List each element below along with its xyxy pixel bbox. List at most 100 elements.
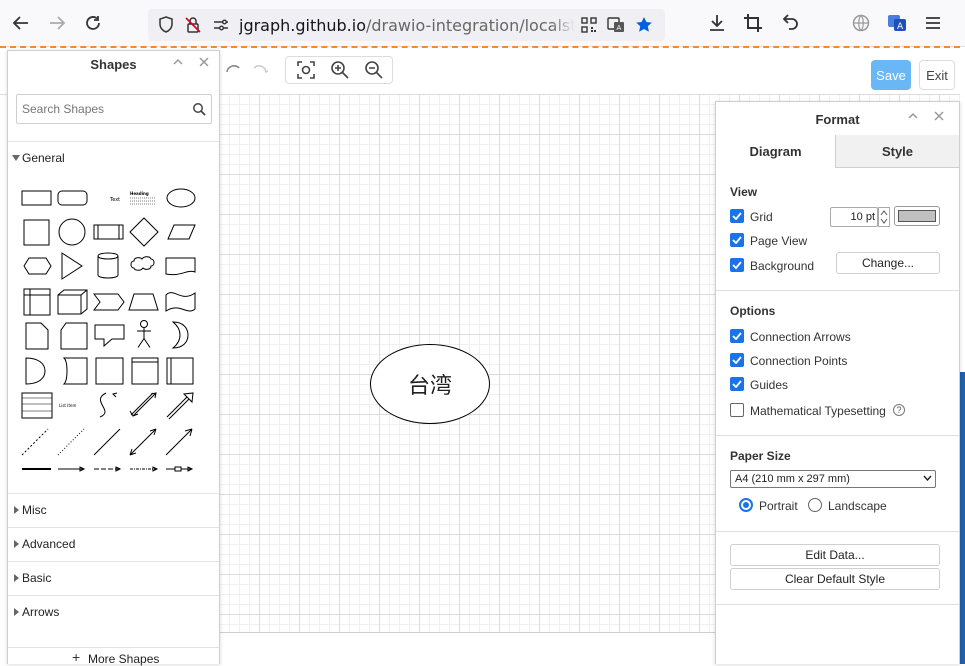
general-shapes-grid[interactable]: Text Heading List Item (16, 183, 212, 483)
document-shape (165, 257, 196, 276)
svg-text:Heading: Heading (130, 191, 149, 196)
translate-icon[interactable]: A (606, 15, 626, 35)
url-text[interactable]: jgraph.github.io/drawio-integration/loca… (239, 16, 575, 36)
diamond-shape (129, 217, 159, 247)
crop-screenshot-icon[interactable] (740, 10, 766, 36)
textbox-shape[interactable]: Heading (130, 191, 156, 205)
paper-size-value: A4 (210 mm x 297 mm) (735, 473, 850, 485)
section-advanced[interactable]: Advanced (8, 527, 219, 559)
connection-points-label: Connection Points (750, 354, 848, 368)
save-button[interactable]: Save (871, 60, 911, 90)
undo-icon[interactable] (222, 58, 246, 82)
bookmark-star-icon[interactable] (634, 15, 654, 35)
search-icon[interactable] (192, 102, 206, 116)
clear-default-style-button[interactable]: Clear Default Style (730, 568, 940, 590)
rounded-rectangle-shape (57, 190, 88, 206)
fit-window-icon[interactable] (294, 58, 318, 82)
ellipse-shape-icon (166, 188, 196, 208)
zoom-out-icon[interactable] (362, 58, 386, 82)
note-shape (25, 322, 49, 350)
collapse-icon[interactable] (169, 53, 187, 71)
permissions-icon[interactable] (183, 15, 203, 35)
redo-icon[interactable] (247, 58, 271, 82)
grid-color-swatch (898, 210, 936, 222)
collapse-icon[interactable] (904, 107, 922, 125)
chevron-down-icon (923, 475, 932, 481)
help-icon[interactable]: ? (893, 404, 905, 416)
search-shapes-field[interactable] (16, 94, 212, 124)
internal-storage-shape (23, 288, 51, 316)
delay-shape (25, 357, 46, 385)
line-shape (93, 428, 121, 456)
section-misc[interactable]: Misc (8, 493, 219, 525)
triangle-shape (61, 252, 83, 280)
site-settings-icon[interactable] (211, 15, 231, 35)
card-shape (60, 322, 88, 350)
background-checkbox[interactable] (730, 258, 744, 272)
collapsed-caret-icon (14, 574, 19, 582)
reload-icon[interactable] (80, 10, 106, 36)
connection-points-checkbox[interactable] (730, 353, 744, 367)
undo-close-tab-icon[interactable] (776, 10, 802, 36)
background-label: Background (750, 259, 815, 273)
section-arrows-label: Arrows (22, 605, 60, 619)
ellipse-shape[interactable]: 台湾 (370, 344, 490, 424)
landscape-radio[interactable] (808, 498, 822, 512)
callout-shape (94, 324, 125, 348)
cylinder-shape (97, 252, 119, 279)
circle-shape (58, 218, 86, 246)
list-item-shape[interactable]: List Item (59, 403, 76, 408)
page-view-label: Page View (750, 234, 808, 248)
section-advanced-label: Advanced (22, 537, 76, 551)
shield-icon[interactable] (156, 15, 176, 35)
cloud-shape (130, 256, 155, 271)
search-input[interactable] (22, 101, 182, 117)
forward-icon[interactable] (44, 10, 70, 36)
container-shape (95, 357, 124, 385)
downloads-icon[interactable] (704, 10, 730, 36)
tab-diagram[interactable]: Diagram (716, 135, 836, 168)
arrow-shape (166, 392, 194, 420)
qr-code-icon[interactable] (579, 15, 599, 35)
grid-size-spinner-icon[interactable] (878, 207, 890, 227)
section-arrows[interactable]: Arrows (8, 595, 219, 627)
more-shapes-button[interactable]: + More Shapes (8, 647, 219, 666)
zoom-in-icon[interactable] (328, 58, 352, 82)
close-icon[interactable] (930, 107, 948, 125)
collapsed-caret-icon (14, 506, 19, 514)
text-shape[interactable]: Text (109, 197, 120, 203)
paper-size-select[interactable]: A4 (210 mm x 297 mm) (730, 470, 936, 488)
menu-icon[interactable] (920, 10, 946, 36)
address-bar[interactable]: jgraph.github.io/drawio-integration/loca… (148, 9, 665, 41)
guides-checkbox[interactable] (730, 377, 744, 391)
close-icon[interactable] (195, 53, 213, 71)
page-bottom-edge (220, 632, 720, 665)
extension-globe-icon[interactable] (848, 10, 874, 36)
section-general[interactable]: General (8, 141, 219, 173)
exit-button[interactable]: Exit (919, 60, 955, 90)
divider (716, 290, 959, 291)
divider (716, 531, 959, 532)
page-view-checkbox[interactable] (730, 233, 744, 247)
math-typesetting-checkbox[interactable] (730, 403, 744, 417)
edit-data-button[interactable]: Edit Data... (730, 544, 940, 566)
list-shape (21, 392, 53, 419)
view-section-title: View (730, 185, 758, 199)
connection-arrows-checkbox[interactable] (730, 329, 744, 343)
svg-text:A: A (617, 24, 622, 32)
landscape-label: Landscape (828, 499, 887, 513)
grid-label: Grid (750, 210, 773, 224)
paper-size-section-title: Paper Size (730, 449, 791, 463)
divider (716, 604, 959, 605)
browser-toolbar: jgraph.github.io/drawio-integration/loca… (0, 0, 965, 47)
portrait-radio[interactable] (739, 498, 753, 512)
back-icon[interactable] (8, 10, 34, 36)
grid-checkbox[interactable] (730, 209, 744, 223)
section-basic[interactable]: Basic (8, 561, 219, 593)
collapsed-caret-icon (14, 608, 19, 616)
grid-color-button[interactable] (894, 206, 940, 226)
change-background-button[interactable]: Change... (836, 252, 940, 274)
grid-size-input[interactable]: 10 pt (830, 207, 878, 227)
translate-extension-icon[interactable]: A (884, 10, 910, 36)
tab-style[interactable]: Style (836, 135, 959, 168)
